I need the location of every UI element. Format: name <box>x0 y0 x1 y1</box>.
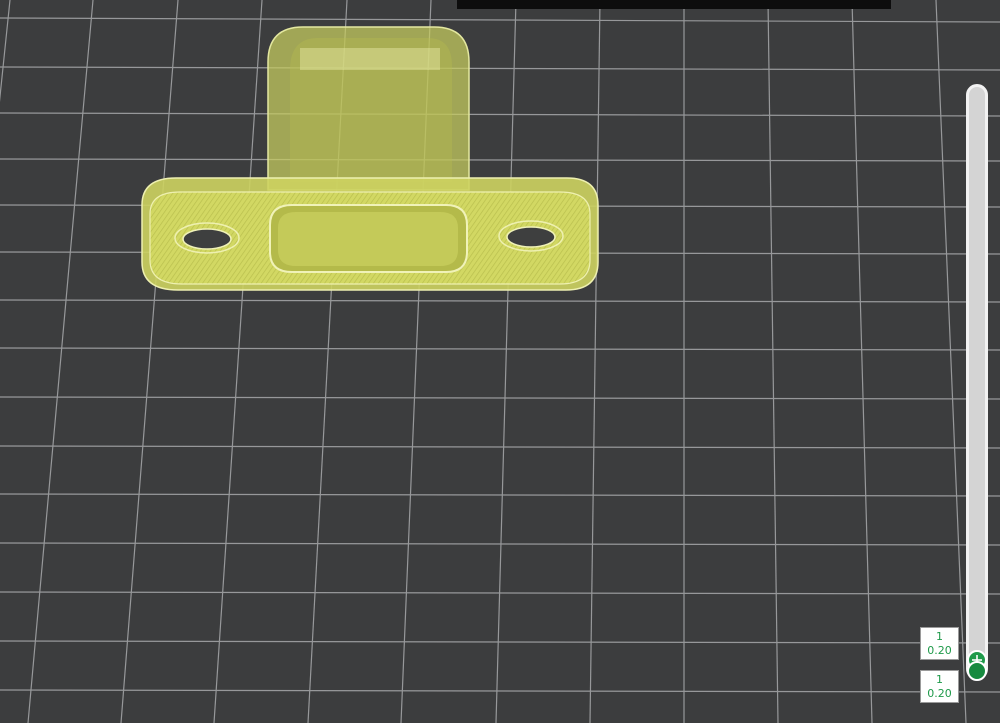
lower-layer-number: 1 <box>936 673 943 686</box>
toolbar-strip <box>457 0 891 9</box>
layer-slider-lower-handle[interactable] <box>967 661 987 681</box>
lower-layer-height: 0.20 <box>927 687 952 700</box>
3d-viewport[interactable]: 1 0.20 1 0.20 <box>0 0 1000 723</box>
upper-layer-number: 1 <box>936 630 943 643</box>
upper-layer-height: 0.20 <box>927 644 952 657</box>
lower-layer-label: 1 0.20 <box>920 670 959 703</box>
upper-layer-label: 1 0.20 <box>920 627 959 660</box>
layer-slider-track[interactable] <box>966 84 988 680</box>
printed-part-model[interactable] <box>0 0 1000 723</box>
